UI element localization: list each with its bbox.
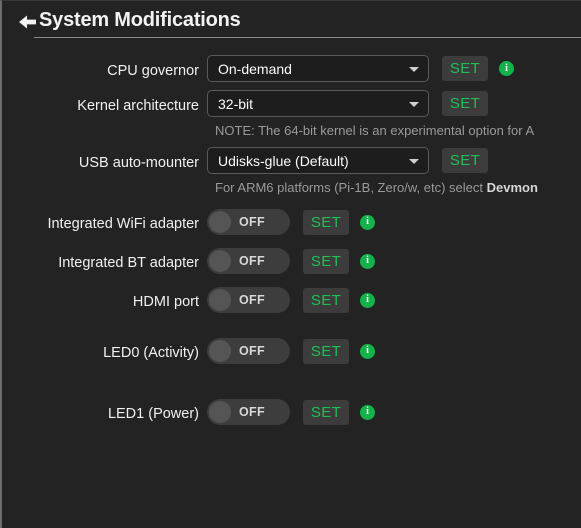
label-kernel-architecture: Kernel architecture <box>77 98 199 114</box>
select-cpu-governor[interactable]: On-demand <box>207 55 429 82</box>
toggle-wifi[interactable]: OFF <box>207 209 290 235</box>
note-usb-prefix: For ARM6 platforms (Pi-1B, Zero/w, etc) … <box>215 180 487 195</box>
settings-form: CPU governor On-demand SET i Kernel arch… <box>2 39 581 425</box>
label-usb-auto-mounter: USB auto-mounter <box>78 155 199 171</box>
toggle-hdmi[interactable]: OFF <box>207 287 290 313</box>
control-wifi: OFF SET i <box>207 209 375 235</box>
select-value-cpu-governor: On-demand <box>218 60 292 77</box>
row-hdmi: HDMI port OFF SET i <box>2 287 581 313</box>
info-icon-cpu-governor[interactable]: i <box>499 61 514 76</box>
label-hdmi: HDMI port <box>132 294 199 310</box>
header-divider <box>34 37 581 38</box>
note-usb-bold: Devmon <box>486 180 538 195</box>
row-cpu-governor: CPU governor On-demand SET i <box>2 55 581 82</box>
info-icon-hdmi[interactable]: i <box>360 292 375 308</box>
chevron-down-icon <box>409 101 419 107</box>
select-value-kernel-architecture: 32-bit <box>218 95 254 112</box>
row-kernel-architecture: Kernel architecture 32-bit SET <box>2 90 581 117</box>
select-value-usb-auto-mounter: Udisks-glue (Default) <box>218 152 349 169</box>
toggle-knob <box>209 289 231 311</box>
set-button-cpu-governor[interactable]: SET <box>442 56 488 81</box>
label-wifi: Integrated WiFi adapter <box>47 216 199 232</box>
select-usb-auto-mounter[interactable]: Udisks-glue (Default) <box>207 147 429 174</box>
select-kernel-architecture[interactable]: 32-bit <box>207 90 429 117</box>
control-led0: OFF SET i <box>207 338 375 364</box>
control-hdmi: OFF SET i <box>207 287 375 313</box>
toggle-state-hdmi: OFF <box>239 293 265 307</box>
note-usb-auto-mounter: For ARM6 platforms (Pi-1B, Zero/w, etc) … <box>215 180 581 196</box>
toggle-state-wifi: OFF <box>239 215 265 229</box>
control-kernel-architecture: 32-bit SET <box>207 90 488 117</box>
note-kernel-architecture: NOTE: The 64-bit kernel is an experiment… <box>215 123 535 138</box>
set-button-hdmi[interactable]: SET <box>303 287 349 313</box>
set-button-bt[interactable]: SET <box>303 248 349 274</box>
toggle-knob <box>209 211 231 233</box>
set-button-wifi[interactable]: SET <box>303 209 349 235</box>
control-bt: OFF SET i <box>207 248 375 274</box>
label-led1: LED1 (Power) <box>107 406 199 422</box>
info-icon-bt[interactable]: i <box>360 253 375 269</box>
system-modifications-window: System Modifications CPU governor On-dem… <box>0 0 581 528</box>
row-led1: LED1 (Power) OFF SET i <box>2 399 581 425</box>
chevron-down-icon <box>409 66 419 72</box>
label-led0: LED0 (Activity) <box>103 345 199 361</box>
toggle-knob <box>209 250 231 272</box>
control-cpu-governor: On-demand SET i <box>207 55 514 82</box>
toggle-led1[interactable]: OFF <box>207 399 290 425</box>
toggle-knob <box>209 340 231 362</box>
chevron-down-icon <box>409 158 419 164</box>
info-icon-wifi[interactable]: i <box>360 214 375 230</box>
toggle-led0[interactable]: OFF <box>207 338 290 364</box>
set-button-led1[interactable]: SET <box>303 399 349 425</box>
row-usb-auto-mounter: USB auto-mounter Udisks-glue (Default) S… <box>2 147 581 174</box>
label-bt: Integrated BT adapter <box>58 255 199 271</box>
control-usb-auto-mounter: Udisks-glue (Default) SET <box>207 147 488 174</box>
info-icon-led0[interactable]: i <box>360 343 375 359</box>
back-arrow-icon[interactable] <box>16 11 38 33</box>
page-header: System Modifications <box>2 1 581 39</box>
row-bt: Integrated BT adapter OFF SET i <box>2 248 581 274</box>
toggle-state-bt: OFF <box>239 254 265 268</box>
set-button-kernel-architecture[interactable]: SET <box>442 91 488 116</box>
label-cpu-governor: CPU governor <box>107 63 199 79</box>
toggle-state-led1: OFF <box>239 405 265 419</box>
row-led0: LED0 (Activity) OFF SET i <box>2 338 581 364</box>
set-button-led0[interactable]: SET <box>303 338 349 364</box>
control-led1: OFF SET i <box>207 399 375 425</box>
toggle-state-led0: OFF <box>239 344 265 358</box>
toggle-knob <box>209 401 231 423</box>
toggle-bt[interactable]: OFF <box>207 248 290 274</box>
set-button-usb-auto-mounter[interactable]: SET <box>442 148 488 173</box>
page-title: System Modifications <box>39 8 241 31</box>
info-icon-led1[interactable]: i <box>360 404 375 420</box>
row-wifi: Integrated WiFi adapter OFF SET i <box>2 209 581 235</box>
